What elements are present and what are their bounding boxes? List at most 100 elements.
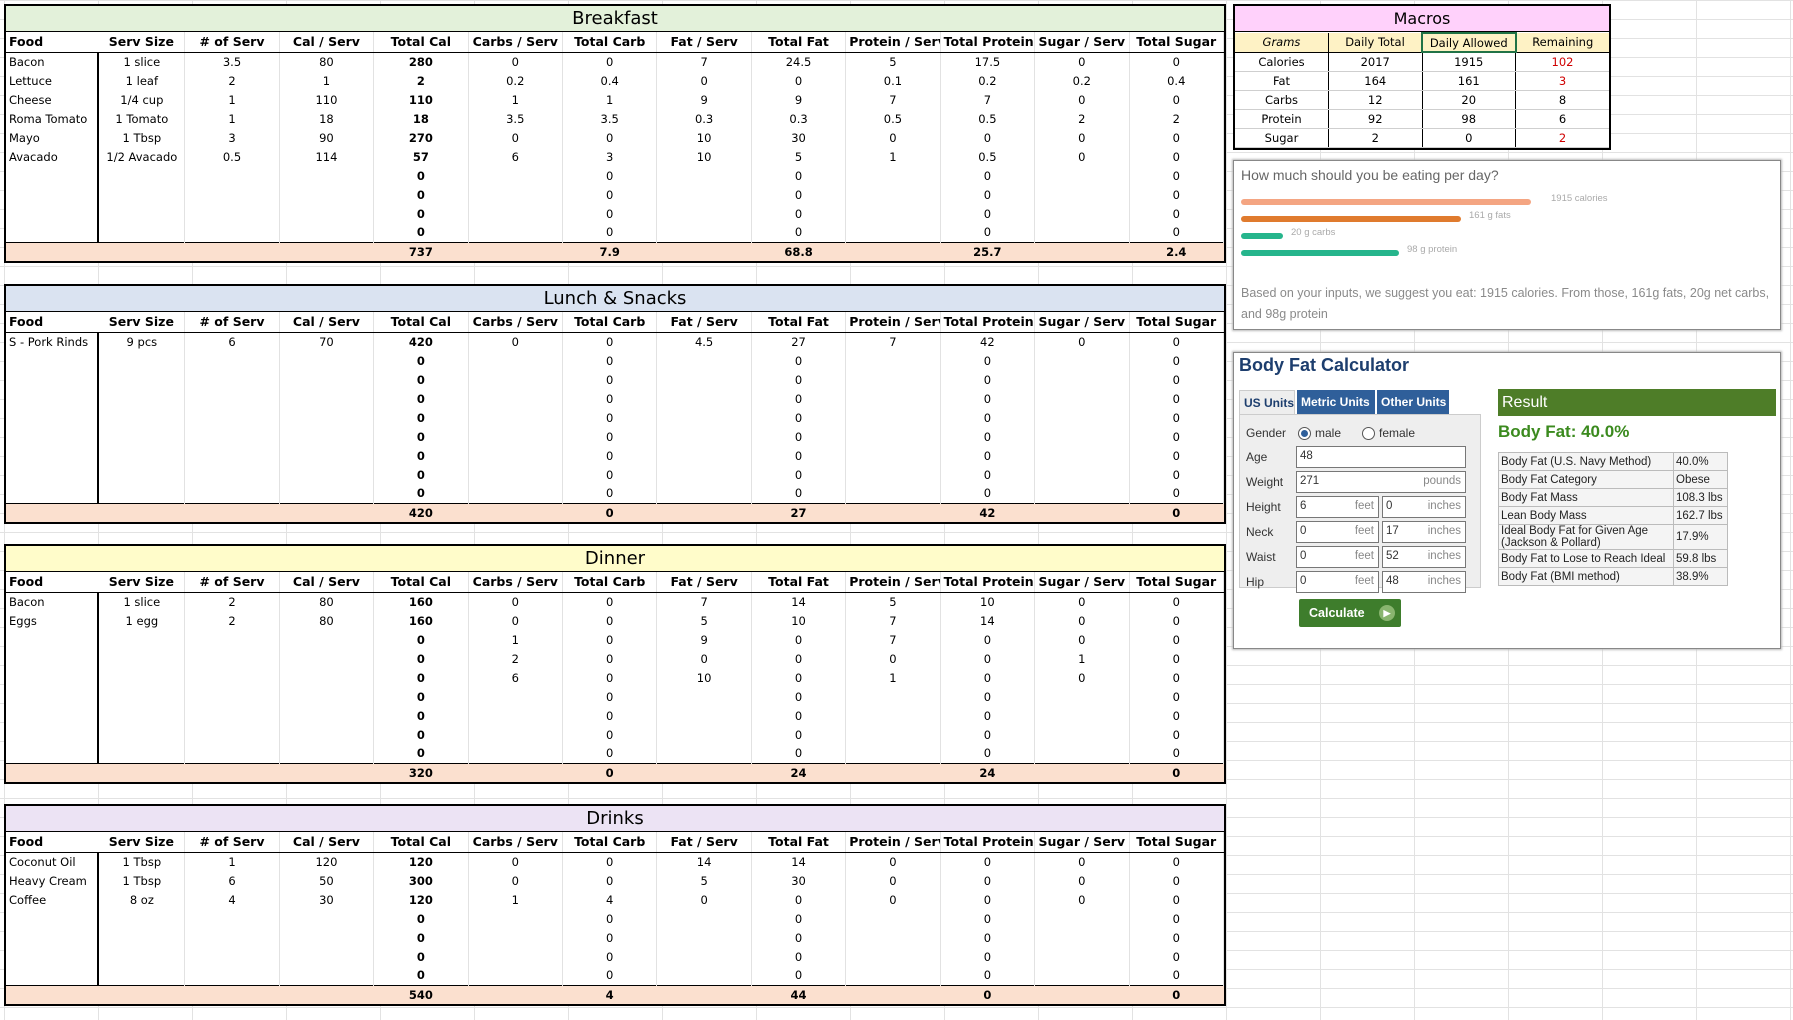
- table-cell[interactable]: [6, 630, 100, 649]
- table-cell[interactable]: Lettuce: [6, 71, 100, 90]
- table-cell[interactable]: 0: [1034, 52, 1130, 71]
- table-cell[interactable]: [845, 185, 941, 204]
- table-cell[interactable]: 0: [562, 389, 658, 408]
- table-cell[interactable]: 3.5: [562, 109, 658, 128]
- table-cell[interactable]: Cheese: [6, 90, 100, 109]
- table-cell[interactable]: 5: [845, 592, 941, 611]
- table-cell[interactable]: 114: [279, 147, 375, 166]
- table-cell[interactable]: 160: [373, 592, 469, 611]
- table-cell[interactable]: 0: [940, 370, 1036, 389]
- table-cell[interactable]: [98, 484, 186, 503]
- table-cell[interactable]: 0: [562, 649, 658, 668]
- table-cell[interactable]: [279, 465, 375, 484]
- table-cell[interactable]: 0: [751, 947, 847, 966]
- table-cell[interactable]: 0: [751, 649, 847, 668]
- table-cell[interactable]: [468, 370, 563, 389]
- table-cell[interactable]: 80: [279, 592, 375, 611]
- table-cell[interactable]: 3.5: [184, 52, 280, 71]
- table-cell[interactable]: 0: [562, 185, 658, 204]
- table-cell[interactable]: 0: [845, 890, 941, 909]
- table-cell[interactable]: [845, 446, 941, 465]
- table-cell[interactable]: 5: [845, 52, 941, 71]
- table-cell[interactable]: 1: [1034, 649, 1130, 668]
- table-cell[interactable]: 1: [845, 668, 941, 687]
- table-cell[interactable]: [279, 223, 375, 242]
- table-cell[interactable]: [279, 909, 375, 928]
- table-cell[interactable]: 17.5: [940, 52, 1036, 71]
- table-cell[interactable]: 0: [562, 744, 658, 763]
- table-cell[interactable]: 0: [940, 128, 1036, 147]
- total-cell[interactable]: 42: [940, 502, 1035, 522]
- table-cell[interactable]: [656, 706, 752, 725]
- table-cell[interactable]: 2: [1034, 109, 1130, 128]
- table-cell[interactable]: [845, 427, 941, 446]
- table-cell[interactable]: 30: [751, 871, 847, 890]
- table-cell[interactable]: 1 Tbsp: [98, 871, 186, 890]
- total-cell[interactable]: [845, 502, 941, 522]
- macros-cell[interactable]: 2: [1328, 128, 1423, 148]
- table-cell[interactable]: 0.2: [940, 71, 1036, 90]
- total-cell[interactable]: [1034, 762, 1129, 782]
- table-cell[interactable]: 0: [1129, 332, 1224, 351]
- total-cell[interactable]: [1034, 241, 1129, 261]
- table-cell[interactable]: 0: [940, 890, 1036, 909]
- table-cell[interactable]: [279, 725, 375, 744]
- total-cell[interactable]: [656, 502, 752, 522]
- table-cell[interactable]: 3: [562, 147, 658, 166]
- table-cell[interactable]: 0: [751, 966, 847, 985]
- table-cell[interactable]: [468, 351, 563, 370]
- table-cell[interactable]: [656, 408, 752, 427]
- table-cell[interactable]: [184, 408, 280, 427]
- table-cell[interactable]: [6, 223, 100, 242]
- table-cell[interactable]: [184, 389, 280, 408]
- table-cell[interactable]: 0: [562, 223, 658, 242]
- table-cell[interactable]: 0: [373, 649, 469, 668]
- table-cell[interactable]: 0: [1129, 90, 1224, 109]
- table-cell[interactable]: [656, 389, 752, 408]
- table-cell[interactable]: 0: [1129, 370, 1224, 389]
- table-cell[interactable]: [656, 446, 752, 465]
- table-cell[interactable]: 0: [562, 687, 658, 706]
- table-cell[interactable]: [1034, 389, 1130, 408]
- table-cell[interactable]: 0: [1129, 427, 1224, 446]
- table-cell[interactable]: 18: [373, 109, 469, 128]
- table-cell[interactable]: 0: [751, 928, 847, 947]
- table-cell[interactable]: 0: [940, 928, 1036, 947]
- table-cell[interactable]: 0: [468, 332, 563, 351]
- table-cell[interactable]: [279, 408, 375, 427]
- table-cell[interactable]: [1034, 725, 1130, 744]
- table-cell[interactable]: 7: [845, 90, 941, 109]
- table-cell[interactable]: 0: [562, 128, 658, 147]
- table-cell[interactable]: [1034, 446, 1130, 465]
- table-cell[interactable]: 0: [373, 484, 469, 503]
- table-cell[interactable]: [1034, 706, 1130, 725]
- total-cell[interactable]: 0: [940, 984, 1035, 1004]
- table-cell[interactable]: 14: [751, 852, 847, 871]
- hip-inches-input[interactable]: 48 inches: [1382, 571, 1466, 593]
- table-cell[interactable]: 0: [751, 370, 847, 389]
- macros-cell[interactable]: 6: [1515, 109, 1609, 129]
- table-cell[interactable]: 0: [562, 370, 658, 389]
- table-cell[interactable]: 0: [373, 744, 469, 763]
- table-cell[interactable]: 0: [1129, 871, 1224, 890]
- table-cell[interactable]: [6, 909, 100, 928]
- table-cell[interactable]: 0: [940, 185, 1036, 204]
- table-cell[interactable]: [98, 408, 186, 427]
- table-cell[interactable]: [98, 725, 186, 744]
- table-cell[interactable]: [468, 427, 563, 446]
- table-cell[interactable]: [1034, 909, 1130, 928]
- table-cell[interactable]: 0: [940, 852, 1036, 871]
- table-cell[interactable]: [98, 389, 186, 408]
- table-cell[interactable]: 420: [373, 332, 469, 351]
- table-cell[interactable]: [184, 465, 280, 484]
- macros-cell[interactable]: 164: [1328, 71, 1423, 91]
- table-cell[interactable]: [656, 744, 752, 763]
- table-cell[interactable]: [845, 370, 941, 389]
- table-cell[interactable]: [279, 966, 375, 985]
- table-cell[interactable]: 0: [940, 871, 1036, 890]
- table-cell[interactable]: [468, 687, 563, 706]
- table-cell[interactable]: 0: [373, 706, 469, 725]
- table-cell[interactable]: [656, 484, 752, 503]
- table-cell[interactable]: [1034, 408, 1130, 427]
- table-cell[interactable]: 1: [468, 630, 563, 649]
